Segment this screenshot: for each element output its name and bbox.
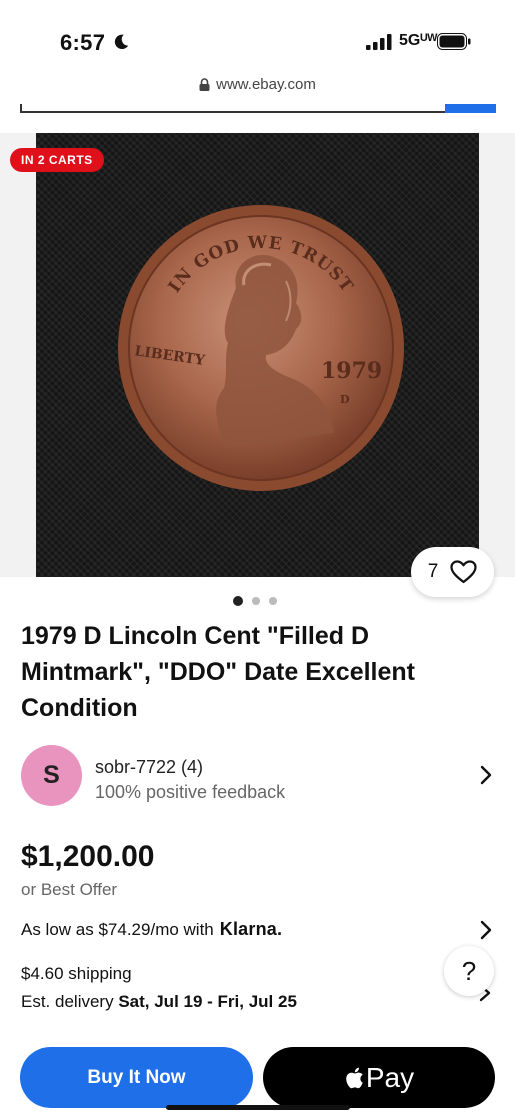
apple-icon [346,1067,363,1088]
signal-icon [366,34,392,50]
search-bar[interactable] [20,104,445,113]
search-button[interactable] [445,104,496,113]
best-offer-label: or Best Offer [21,880,118,899]
carousel-dot[interactable] [252,597,260,605]
carousel-dots[interactable] [233,596,277,606]
network-label: 5Gᵁᵂ [399,32,438,49]
seller-name: sobr-7722 (4) [95,757,204,777]
help-button[interactable]: ? [444,946,494,996]
watchlist-button[interactable]: 7 [411,547,494,597]
buy-it-now-button[interactable]: Buy It Now [20,1047,253,1108]
status-time: 6:57 [60,30,106,55]
shipping-cost: $4.60 shipping [21,964,132,983]
status-bar: 6:57 5Gᵁᵂ [0,0,515,70]
delivery-range: Sat, Jul 19 - Fri, Jul 25 [118,992,297,1011]
seller-avatar: S [21,745,82,806]
apple-pay-button[interactable]: Pay [263,1047,495,1108]
coin-year: 1979 [321,358,382,384]
listing-title: 1979 D Lincoln Cent "Filled D Mintmark",… [21,622,415,722]
chevron-right-icon [480,765,492,785]
heart-icon [450,560,477,584]
item-photo[interactable]: IN GOD WE TRUST LIBERTY 1979 D [36,133,479,577]
apple-pay-label: Pay [365,1061,415,1093]
klarna-financing-row[interactable]: As low as $74.29/mo with Klarna. [21,917,496,943]
klarna-text: As low as $74.29/mo with [21,920,214,939]
carousel-dot[interactable] [269,597,277,605]
coin-image: IN GOD WE TRUST LIBERTY 1979 D [118,205,404,491]
chevron-right-icon [480,920,492,940]
url-text: www.ebay.com [216,76,316,93]
seller-row[interactable]: S sobr-7722 (4) 100% positive feedback [21,745,496,807]
delivery-estimate: Est. delivery Sat, Jul 19 - Fri, Jul 25 [21,992,297,1012]
home-indicator [166,1105,350,1110]
coin-mint-mark: D [340,393,350,406]
seller-feedback: 100% positive feedback [95,782,286,802]
delivery-label: Est. delivery [21,992,114,1011]
carousel-dot[interactable] [233,596,243,606]
watch-count: 7 [427,561,439,582]
url-bar[interactable]: www.ebay.com [0,76,515,104]
item-price: $1,200.00 [21,840,155,873]
klarna-logo: Klarna. [219,919,283,939]
image-gallery[interactable]: IN GOD WE TRUST LIBERTY 1979 D [0,133,515,577]
cart-count-badge: IN 2 CARTS [10,148,104,172]
battery-icon [437,33,471,50]
moon-icon [114,34,129,50]
lock-icon [199,78,210,91]
